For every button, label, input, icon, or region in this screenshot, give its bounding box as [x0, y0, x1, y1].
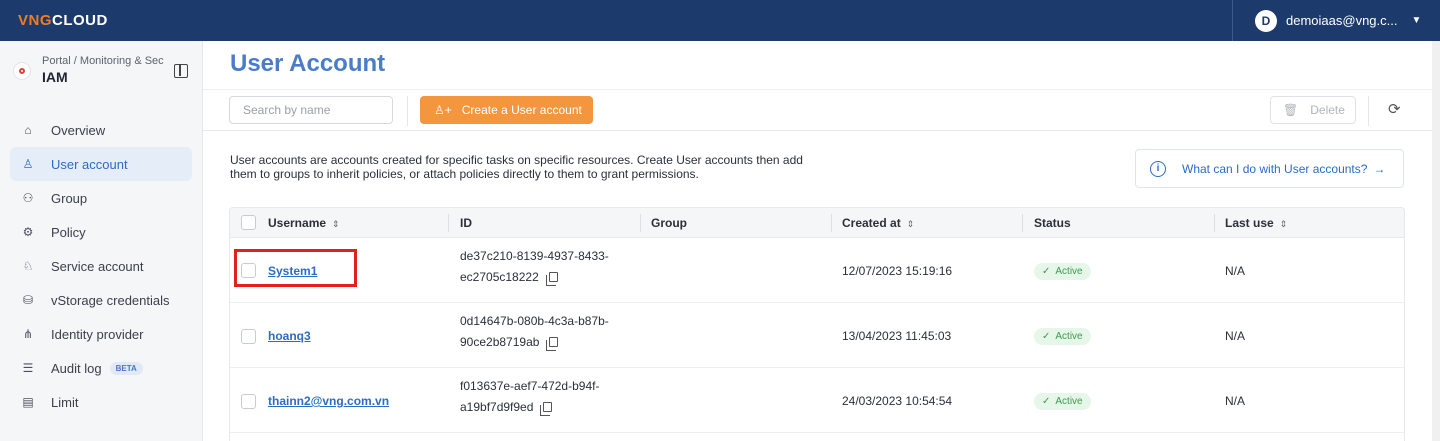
copy-icon[interactable]	[540, 402, 553, 416]
page-title: User Account	[230, 50, 386, 77]
sidebar: Portal / Monitoring & Sec IAM ⌂ Overview …	[0, 41, 203, 441]
column-divider	[831, 214, 832, 232]
column-last-use[interactable]: Last use ⇕	[1225, 216, 1287, 230]
divider	[1368, 96, 1369, 126]
group-icon: ⚇	[22, 191, 34, 205]
audit-log-icon: ☰	[22, 361, 34, 375]
column-id: ID	[460, 216, 472, 230]
sort-icon: ⇕	[906, 219, 915, 229]
row-checkbox[interactable]	[241, 394, 256, 409]
create-user-account-button[interactable]: ♙+ Create a User account	[420, 96, 593, 124]
column-divider	[640, 214, 641, 232]
user-id: de37c210-8139-4937-8433- ec2705c18222	[460, 249, 609, 286]
copy-icon[interactable]	[545, 272, 558, 286]
username-link[interactable]: thainn2@vng.com.vn	[268, 394, 389, 408]
user-id: 0d14647b-080b-4c3a-b87b- 90ce2b8719ab	[460, 314, 609, 351]
check-icon: ✓	[1042, 331, 1051, 342]
column-group: Group	[651, 216, 687, 230]
sidebar-item-user-account[interactable]: ♙ User account	[10, 147, 192, 181]
created-at: 24/03/2023 10:54:54	[842, 394, 953, 408]
divider	[407, 96, 408, 126]
sidebar-nav: ⌂ Overview ♙ User account ⚇ Group ⚙ Policy ♘…	[0, 113, 202, 419]
last-use: N/A	[1225, 394, 1246, 408]
table-header: Username ⇕ ID Group Created at ⇕ Status La…	[230, 208, 1404, 238]
help-link[interactable]: i What can I do with User accounts? →	[1135, 149, 1404, 188]
sidebar-item-limit[interactable]: ▤ Limit	[10, 385, 192, 419]
page-description: User accounts are accounts created for s…	[230, 153, 803, 181]
sidebar-item-identity-provider[interactable]: ⋔ Identity provider	[10, 317, 192, 351]
table-row: hoanq3 0d14647b-080b-4c3a-b87b- 90ce2b871…	[230, 303, 1404, 368]
collapse-sidebar-icon[interactable]	[174, 64, 188, 78]
status-badge: ✓ Active	[1034, 328, 1091, 345]
column-created-at[interactable]: Created at ⇕	[842, 216, 914, 230]
sidebar-item-overview[interactable]: ⌂ Overview	[10, 113, 192, 147]
last-use: N/A	[1225, 329, 1246, 343]
user-accounts-table: Username ⇕ ID Group Created at ⇕ Status La…	[229, 207, 1405, 441]
column-status: Status	[1034, 216, 1071, 230]
storage-icon: ⛁	[22, 293, 34, 307]
policy-icon: ⚙	[22, 225, 34, 239]
column-divider	[1022, 214, 1023, 232]
delete-button[interactable]: 🗑 Delete	[1270, 96, 1356, 124]
sidebar-item-group[interactable]: ⚇ Group	[10, 181, 192, 215]
sidebar-item-policy[interactable]: ⚙ Policy	[10, 215, 192, 249]
table-row: System1 de37c210-8139-4937-8433- ec2705c1…	[230, 238, 1404, 303]
user-icon: ♙	[22, 157, 34, 171]
created-at: 12/07/2023 15:19:16	[842, 264, 953, 278]
select-all-checkbox[interactable]	[241, 215, 256, 230]
location-pin-icon	[13, 62, 31, 80]
sort-icon: ⇕	[332, 219, 340, 229]
arrow-right-icon: →	[1373, 161, 1386, 176]
user-menu[interactable]: D demoiaas@vng.c... ▼	[1232, 0, 1440, 41]
username-link[interactable]: hoanq3	[268, 329, 311, 343]
username-link[interactable]: System1	[268, 264, 317, 278]
trash-icon: 🗑	[1283, 103, 1299, 117]
status-badge: ✓ Active	[1034, 393, 1091, 410]
user-id: f013637e-aef7-472d-b94f-a19bf7d9f9ed	[460, 379, 600, 416]
check-icon: ✓	[1042, 266, 1051, 277]
row-checkbox[interactable]	[241, 263, 256, 278]
info-icon: i	[1150, 160, 1166, 177]
sort-icon: ⇕	[1279, 219, 1288, 229]
breadcrumb: Portal / Monitoring & Sec	[42, 55, 164, 67]
created-at: 13/04/2023 11:45:03	[842, 329, 952, 343]
check-icon: ✓	[1042, 396, 1051, 407]
top-bar: VNGCLOUD D demoiaas@vng.c... ▼	[0, 0, 1440, 41]
status-badge: ✓ Active	[1034, 263, 1091, 280]
row-checkbox[interactable]	[241, 329, 256, 344]
avatar: D	[1255, 9, 1277, 32]
main-content: User Account ♙+Create a User account 🗑De…	[203, 41, 1432, 441]
user-email: demoiaas@vng.c...	[1286, 13, 1398, 28]
sidebar-item-audit-log[interactable]: ☰ Audit log BETA	[10, 351, 192, 385]
identity-provider-icon: ⋔	[22, 327, 34, 341]
column-divider	[1214, 214, 1215, 232]
service-account-icon: ♘	[22, 259, 34, 273]
add-user-icon: ♙+	[434, 103, 452, 117]
column-divider	[448, 214, 449, 232]
beta-badge: BETA	[109, 361, 143, 375]
sidebar-header: Portal / Monitoring & Sec IAM	[0, 41, 202, 97]
sidebar-item-service-account[interactable]: ♘ Service account	[10, 249, 192, 283]
search-input[interactable]	[229, 96, 393, 124]
copy-icon[interactable]	[546, 337, 559, 351]
refresh-icon[interactable]: ⟳	[1388, 100, 1401, 118]
chevron-down-icon: ▼	[1411, 15, 1422, 26]
last-use: N/A	[1225, 264, 1246, 278]
vng-cloud-logo[interactable]: VNGCLOUD	[18, 12, 108, 29]
home-icon: ⌂	[24, 123, 32, 137]
table-row: thainn2@vng.com.vn f013637e-aef7-472d-b9…	[230, 368, 1404, 433]
toolbar: ♙+Create a User account 🗑Delete ⟳	[203, 89, 1432, 131]
scrollbar[interactable]	[1432, 41, 1440, 441]
column-username[interactable]: Username ⇕	[268, 216, 340, 230]
sidebar-item-vstorage-credentials[interactable]: ⛁ vStorage credentials	[10, 283, 192, 317]
limit-icon: ▤	[22, 395, 34, 409]
